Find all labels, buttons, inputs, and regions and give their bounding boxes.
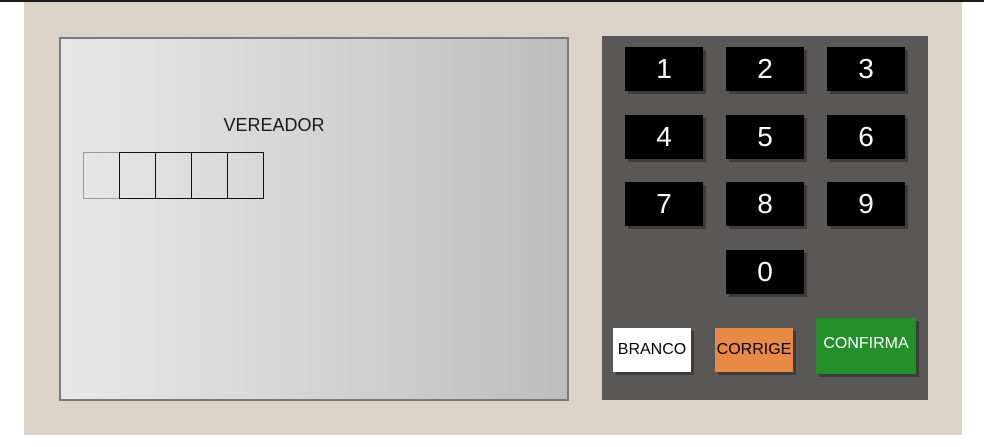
voting-screen: VEREADOR bbox=[59, 37, 569, 401]
voting-machine: VEREADOR 1 2 3 4 5 6 7 8 9 0 BRANCO CORR… bbox=[24, 2, 962, 435]
key-0[interactable]: 0 bbox=[726, 250, 804, 294]
keypad: 1 2 3 4 5 6 7 8 9 0 BRANCO CORRIGE CONFI… bbox=[602, 36, 928, 400]
key-3[interactable]: 3 bbox=[827, 47, 905, 91]
key-5[interactable]: 5 bbox=[726, 115, 804, 159]
digit-box-4 bbox=[191, 152, 228, 199]
key-1[interactable]: 1 bbox=[625, 47, 703, 91]
key-8[interactable]: 8 bbox=[726, 182, 804, 226]
office-label: VEREADOR bbox=[223, 115, 325, 135]
key-9[interactable]: 9 bbox=[827, 182, 905, 226]
key-2[interactable]: 2 bbox=[726, 47, 804, 91]
digit-box-5 bbox=[227, 152, 264, 199]
digit-boxes bbox=[83, 152, 264, 199]
confirma-button[interactable]: CONFIRMA bbox=[816, 318, 916, 374]
digit-box-3 bbox=[155, 152, 192, 199]
digit-box-2 bbox=[119, 152, 156, 199]
branco-button[interactable]: BRANCO bbox=[613, 328, 691, 372]
corrige-button[interactable]: CORRIGE bbox=[715, 328, 793, 372]
key-6[interactable]: 6 bbox=[827, 115, 905, 159]
key-7[interactable]: 7 bbox=[625, 182, 703, 226]
digit-box-1 bbox=[83, 152, 120, 199]
key-4[interactable]: 4 bbox=[625, 115, 703, 159]
